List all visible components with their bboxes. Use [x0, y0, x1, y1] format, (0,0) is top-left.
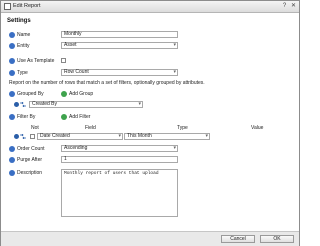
filter-col-not: Not: [31, 125, 39, 131]
order-count-select[interactable]: Ascending ▾: [61, 145, 178, 152]
cancel-button[interactable]: Cancel: [221, 235, 255, 243]
order-count-info-icon: [9, 146, 15, 152]
chevron-down-icon: ▾: [173, 69, 176, 75]
report-icon: [4, 3, 11, 10]
close-icon[interactable]: ✕: [290, 3, 297, 10]
entity-info-icon: [9, 43, 15, 49]
filter-not-checkbox[interactable]: [30, 134, 35, 139]
name-label: Name: [17, 32, 31, 38]
remove-filter-icon[interactable]: [14, 134, 19, 139]
description-info-icon: [9, 170, 15, 176]
group-select[interactable]: Created By ▾: [29, 101, 143, 108]
add-filter-icon[interactable]: [61, 114, 67, 120]
help-icon[interactable]: ?: [281, 3, 288, 10]
group-value: Created By: [32, 101, 58, 107]
edit-report-dialog: Edit Report ? ✕ Settings Name Monthly En…: [0, 0, 300, 246]
type-label: Type: [17, 70, 28, 76]
description-value: Monthly report of users that upload: [64, 171, 159, 176]
grouped-by-info-icon: [9, 91, 15, 97]
add-group-link[interactable]: Add Group: [69, 91, 93, 97]
chevron-down-icon: ▾: [173, 145, 176, 151]
purge-after-field[interactable]: 1: [61, 156, 178, 163]
add-filter-link[interactable]: Add Filter: [69, 114, 90, 120]
use-as-template-label: Use As Template: [17, 58, 55, 64]
type-info-icon: [9, 70, 15, 76]
title-bar[interactable]: Edit Report ? ✕: [1, 1, 299, 13]
use-as-template-checkbox[interactable]: [61, 58, 66, 63]
chevron-down-icon: ▾: [205, 133, 208, 139]
sort-arrows-icon[interactable]: [20, 101, 26, 108]
dialog-footer: Cancel OK: [1, 231, 299, 246]
ok-button[interactable]: OK: [260, 235, 294, 243]
settings-heading: Settings: [7, 18, 31, 24]
add-group-icon[interactable]: [61, 91, 67, 97]
filter-field-select[interactable]: Date Created ▾: [37, 133, 123, 140]
entity-select[interactable]: Asset ▾: [61, 42, 178, 49]
filter-col-field: Field: [85, 125, 96, 131]
filter-field-value: Date Created: [40, 133, 70, 139]
filter-col-type: Type: [177, 125, 188, 131]
remove-group-icon[interactable]: [14, 102, 19, 107]
entity-value: Asset: [64, 42, 77, 48]
purge-after-info-icon: [9, 157, 15, 163]
filter-by-info-icon: [9, 114, 15, 120]
purge-after-value: 1: [64, 156, 67, 162]
filter-by-label: Filter By: [17, 114, 36, 120]
chevron-down-icon: ▾: [118, 133, 121, 139]
type-value: Row Count: [64, 69, 89, 75]
template-info-icon: [9, 58, 15, 64]
description-textarea[interactable]: Monthly report of users that upload: [61, 169, 178, 217]
description-label: Description: [17, 170, 43, 176]
type-select[interactable]: Row Count ▾: [61, 69, 178, 76]
purge-after-label: Purge After: [17, 157, 43, 163]
entity-label: Entity: [17, 43, 30, 49]
chevron-down-icon: ▾: [173, 42, 176, 48]
order-count-label: Order Count: [17, 146, 45, 152]
filter-type-value: This Month: [127, 133, 152, 139]
name-field[interactable]: Monthly: [61, 31, 178, 38]
chevron-down-icon: ▾: [138, 101, 141, 107]
order-count-value: Ascending: [64, 145, 88, 151]
filter-col-value: Value: [251, 125, 264, 131]
window-title: Edit Report: [13, 3, 41, 9]
name-value: Monthly: [64, 31, 82, 37]
sort-arrows-icon[interactable]: [20, 133, 26, 140]
name-info-icon: [9, 32, 15, 38]
grouped-by-label: Grouped By: [17, 91, 44, 97]
type-description: Report on the number of rows that match …: [9, 80, 205, 86]
filter-type-select[interactable]: This Month ▾: [124, 133, 210, 140]
